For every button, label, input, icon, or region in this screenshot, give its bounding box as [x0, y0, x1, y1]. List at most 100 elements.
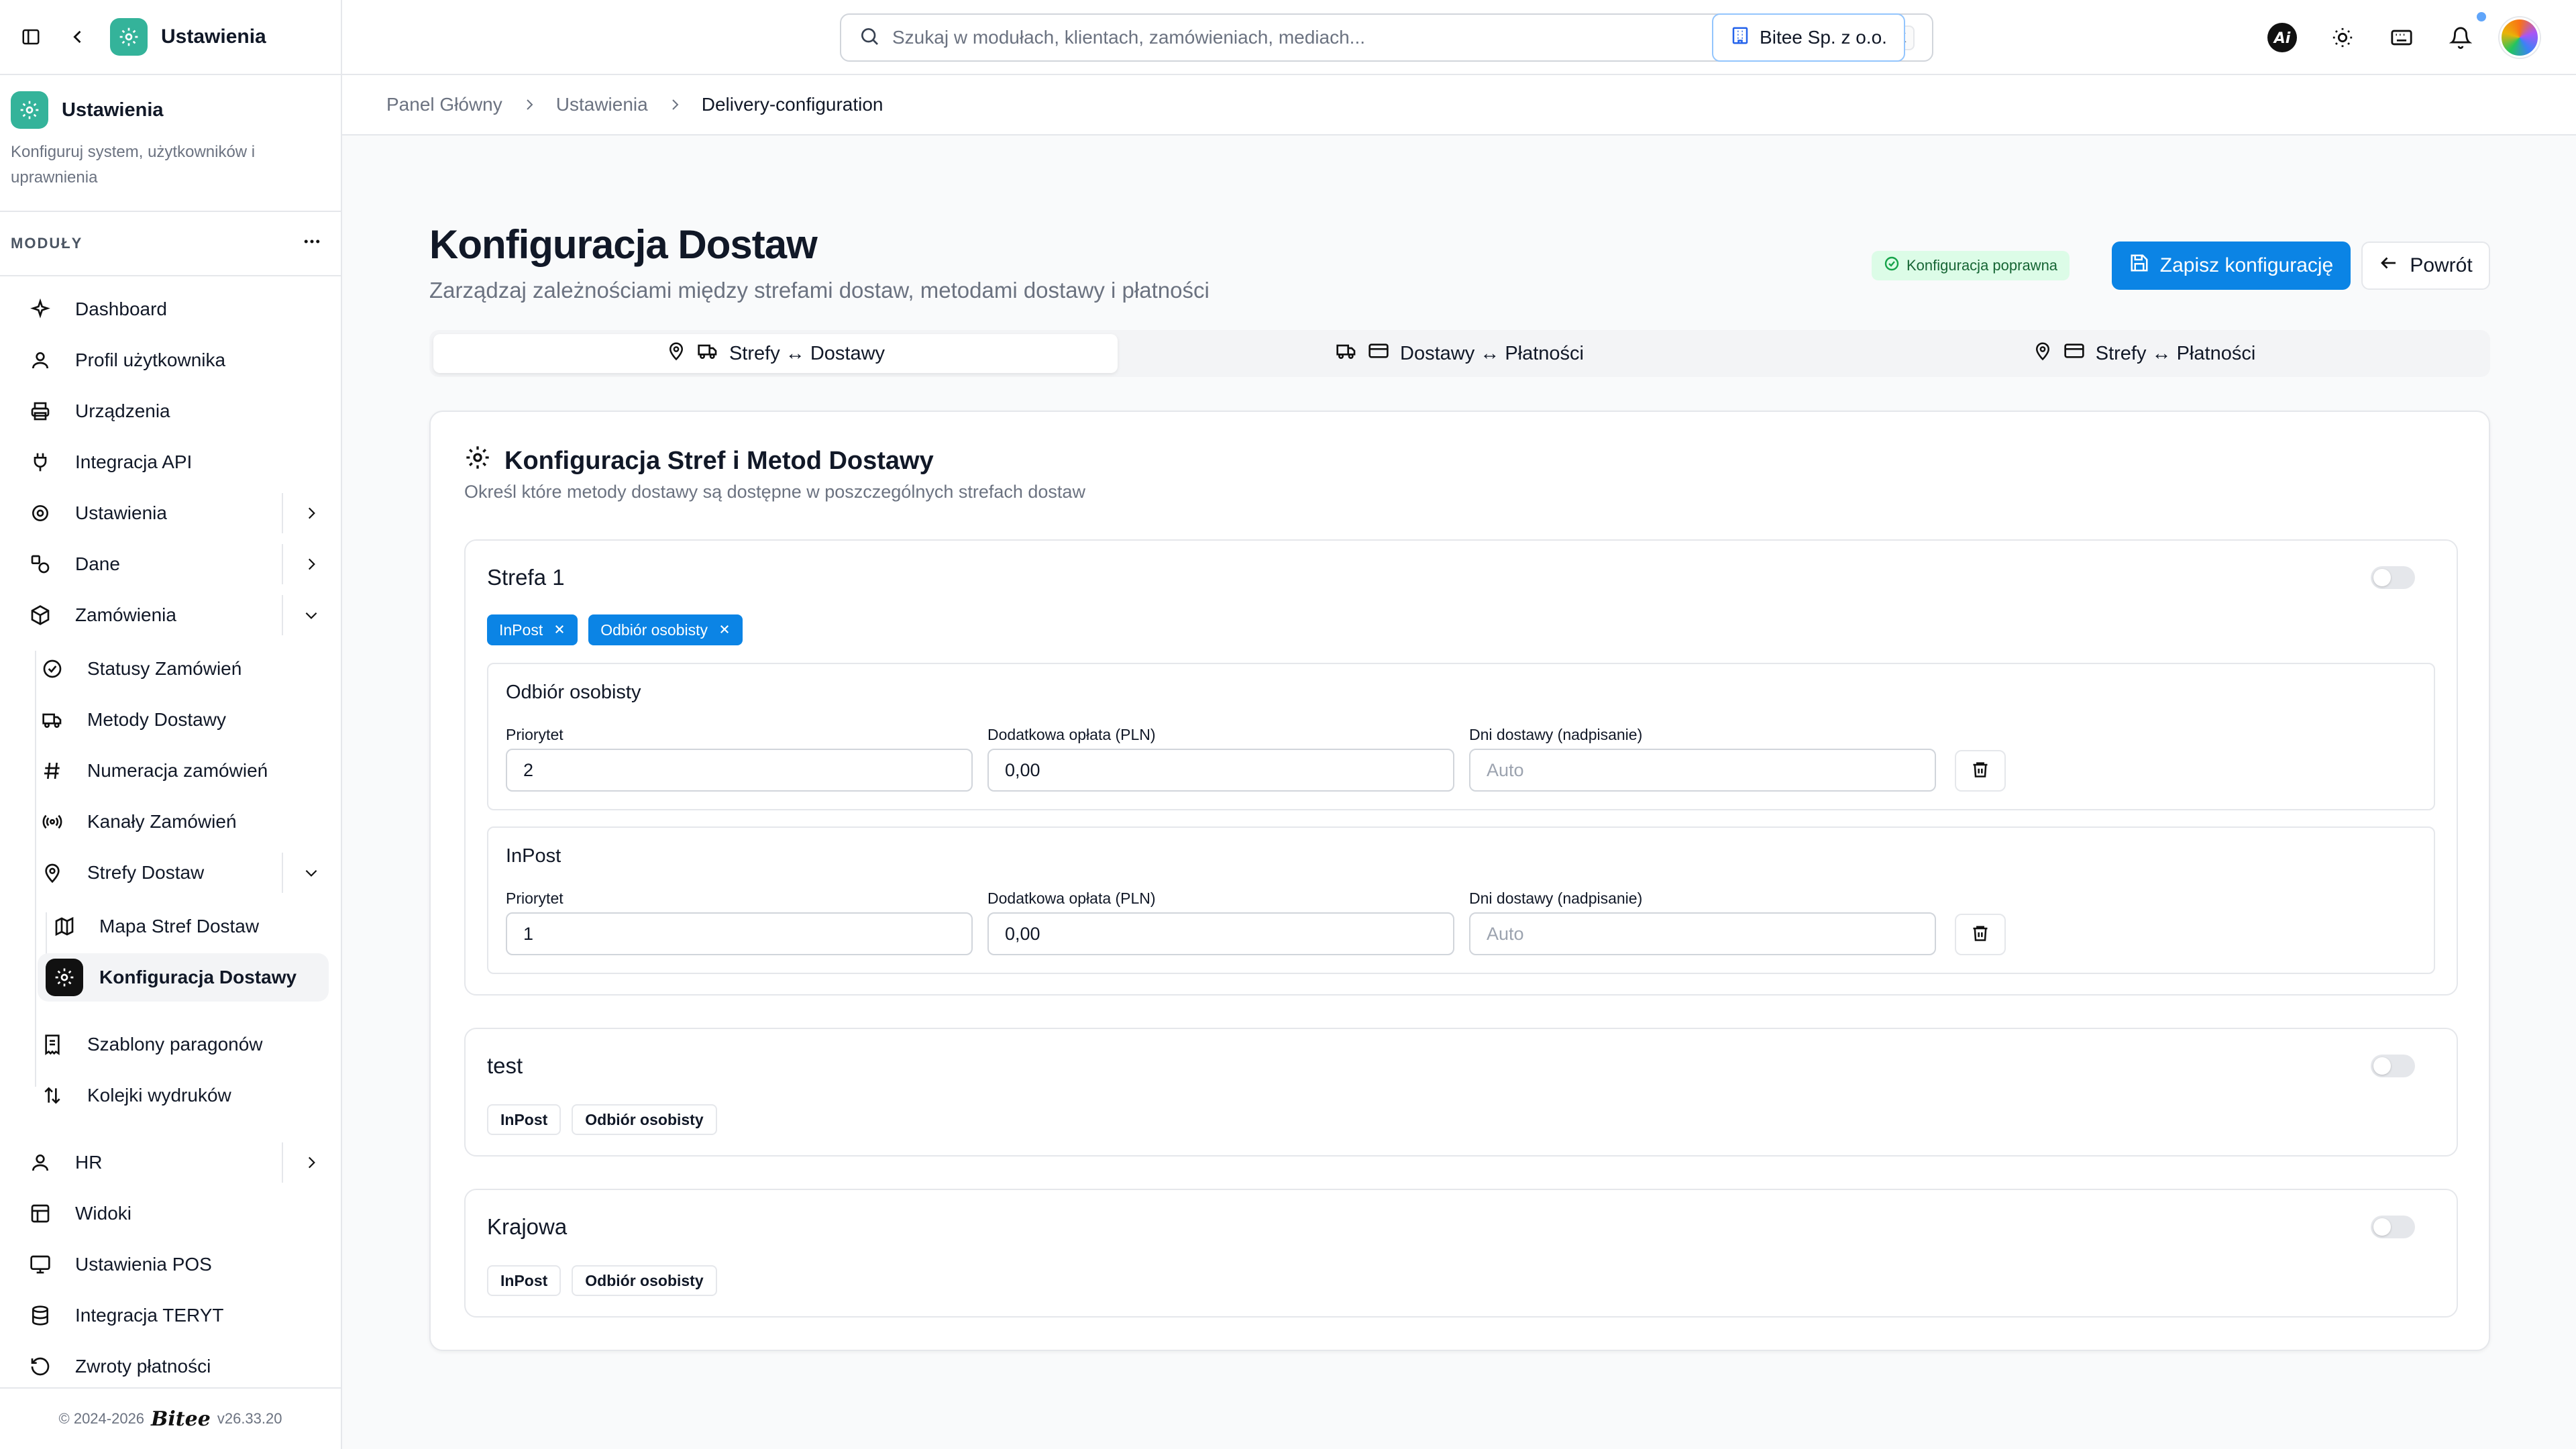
zone-name: test: [487, 1053, 523, 1078]
truck-icon: [34, 701, 71, 739]
sidebar-item-print-queues[interactable]: Kolejki wydruków: [0, 1070, 341, 1121]
sidebar-footer: © 2024-2026 Bitee v26.33.20: [0, 1387, 341, 1449]
breadcrumb-home[interactable]: Panel Główny: [386, 94, 502, 115]
shapes-icon: [21, 545, 59, 583]
more-icon[interactable]: [302, 231, 322, 256]
zone-toggle[interactable]: [2371, 1055, 2415, 1077]
sidebar-item-label: Urządzenia: [75, 400, 170, 421]
back-chevron-icon[interactable]: [63, 22, 93, 52]
divider: [282, 493, 283, 533]
tab-label: Dostawy ↔ Płatności: [1400, 342, 1584, 364]
sidebar-item-views[interactable]: Widoki: [0, 1188, 341, 1239]
sidebar-item-refunds[interactable]: Zwroty płatności: [0, 1341, 341, 1392]
back-button[interactable]: Powrót: [2361, 241, 2490, 290]
check-circle-icon: [34, 650, 71, 688]
breadcrumb-current: Delivery-configuration: [701, 94, 883, 115]
sidebar-item-label: Dashboard: [75, 299, 167, 319]
sidebar-item-label: Strefy Dostaw: [87, 862, 205, 883]
method-chip[interactable]: InPost: [487, 1265, 561, 1296]
plug-icon: [21, 443, 59, 481]
tab-zones-payments[interactable]: Strefy ↔ Płatności: [1802, 334, 2486, 373]
hash-icon: [34, 752, 71, 790]
priority-input[interactable]: 1: [506, 912, 973, 955]
close-icon[interactable]: [718, 621, 731, 639]
card-title-text: Konfiguracja Stref i Metod Dostawy: [504, 446, 934, 475]
save-config-button[interactable]: Zapisz konfigurację: [2112, 241, 2351, 290]
days-input[interactable]: Auto: [1469, 749, 1936, 792]
divider: [282, 544, 283, 584]
delete-method-button[interactable]: [1955, 914, 2006, 955]
sidebar-item-dashboard[interactable]: Dashboard: [0, 284, 341, 335]
sidebar-item-delivery-config[interactable]: Konfiguracja Dostawy: [0, 952, 341, 1003]
sidebar-item-delivery-methods[interactable]: Metody Dostawy: [0, 694, 341, 745]
sidebar-item-api[interactable]: Integracja API: [0, 437, 341, 488]
map-icon: [46, 908, 83, 945]
sidebar-item-teryt[interactable]: Integracja TERYT: [0, 1290, 341, 1341]
method-chip[interactable]: InPost: [487, 1104, 561, 1135]
sidebar-item-order-channels[interactable]: Kanały Zamówień: [0, 796, 341, 847]
sidebar-item-pos-settings[interactable]: Ustawienia POS: [0, 1239, 341, 1290]
breadcrumb-settings[interactable]: Ustawienia: [556, 94, 648, 115]
divider: [282, 595, 283, 635]
chevron-right-icon[interactable]: [298, 1149, 325, 1176]
zone-methods-chips: InPost Odbiór osobisty: [487, 1265, 717, 1296]
sidebar-item-data[interactable]: Dane: [0, 539, 341, 590]
save-icon: [2129, 253, 2149, 278]
map-pin-icon: [34, 854, 71, 892]
bell-icon[interactable]: [2445, 21, 2477, 54]
delete-method-button[interactable]: [1955, 750, 2006, 792]
priority-input[interactable]: 2: [506, 749, 973, 792]
layout-icon: [21, 1195, 59, 1232]
truck-icon: [697, 340, 718, 367]
sidebar-item-hr[interactable]: HR: [0, 1137, 341, 1188]
sidebar-item-profile[interactable]: Profil użytkownika: [0, 335, 341, 386]
chip-label: InPost: [499, 621, 543, 639]
method-chip[interactable]: Odbiór osobisty: [572, 1265, 717, 1296]
zone-toggle[interactable]: [2371, 1216, 2415, 1238]
zone-config-card: Konfiguracja Stref i Metod Dostawy Okreś…: [429, 411, 2490, 1351]
sidebar-item-zone-map[interactable]: Mapa Stref Dostaw: [0, 901, 341, 952]
gear-icon: [464, 444, 491, 478]
divider: [282, 853, 283, 893]
sidebar-item-label: Integracja TERYT: [75, 1305, 224, 1326]
sidebar-item-order-statuses[interactable]: Statusy Zamówień: [0, 643, 341, 694]
fee-input[interactable]: 0,00: [987, 749, 1454, 792]
sidebar-item-settings[interactable]: Ustawienia: [0, 488, 341, 539]
trash-icon: [1971, 924, 1990, 946]
chevron-down-icon[interactable]: [298, 602, 325, 629]
zone-panel-krajowa: Krajowa InPost Odbiór osobisty: [464, 1189, 2458, 1318]
sidebar-item-delivery-zones[interactable]: Strefy Dostaw: [0, 847, 341, 898]
receipt-icon: [34, 1026, 71, 1063]
ai-assistant-icon[interactable]: Ai: [2266, 21, 2298, 54]
sidebar-item-orders[interactable]: Zamówienia: [0, 590, 341, 641]
chevron-right-icon[interactable]: [298, 500, 325, 527]
chevron-right-icon[interactable]: [298, 551, 325, 578]
sidebar-app-title: Ustawienia: [161, 25, 266, 48]
sidebar-item-receipt-templates[interactable]: Szablony paragonów: [0, 1019, 341, 1070]
sidebar-toggle-icon[interactable]: [16, 22, 46, 52]
company-switcher[interactable]: Bitee Sp. z o.o.: [1712, 13, 1905, 62]
days-input[interactable]: Auto: [1469, 912, 1936, 955]
priority-label: Priorytet: [506, 890, 564, 907]
avatar[interactable]: [2500, 17, 2540, 58]
package-icon: [21, 596, 59, 634]
sidebar-item-label: Szablony paragonów: [87, 1034, 263, 1055]
method-chip: InPost: [487, 614, 578, 645]
status-badge: Konfiguracja poprawna: [1872, 251, 2070, 280]
keyboard-icon[interactable]: [2385, 21, 2418, 54]
theme-sun-icon[interactable]: [2326, 21, 2359, 54]
zone-toggle[interactable]: [2371, 566, 2415, 589]
method-chip[interactable]: Odbiór osobisty: [572, 1104, 717, 1135]
map-pin-icon: [2033, 341, 2053, 366]
close-icon[interactable]: [553, 621, 566, 639]
page-title: Konfiguracja Dostaw: [429, 222, 818, 267]
tab-zones-deliveries[interactable]: Strefy ↔ Dostawy: [433, 334, 1118, 373]
sidebar-item-order-numbering[interactable]: Numeracja zamówień: [0, 745, 341, 796]
sidebar-item-devices[interactable]: Urządzenia: [0, 386, 341, 437]
truck-icon: [1336, 340, 1357, 367]
fee-input[interactable]: 0,00: [987, 912, 1454, 955]
tab-deliveries-payments[interactable]: Dostawy ↔ Płatności: [1118, 334, 1802, 373]
chevron-down-icon[interactable]: [298, 859, 325, 886]
gear-icon: [21, 494, 59, 532]
copyright: © 2024-2026: [58, 1410, 145, 1427]
